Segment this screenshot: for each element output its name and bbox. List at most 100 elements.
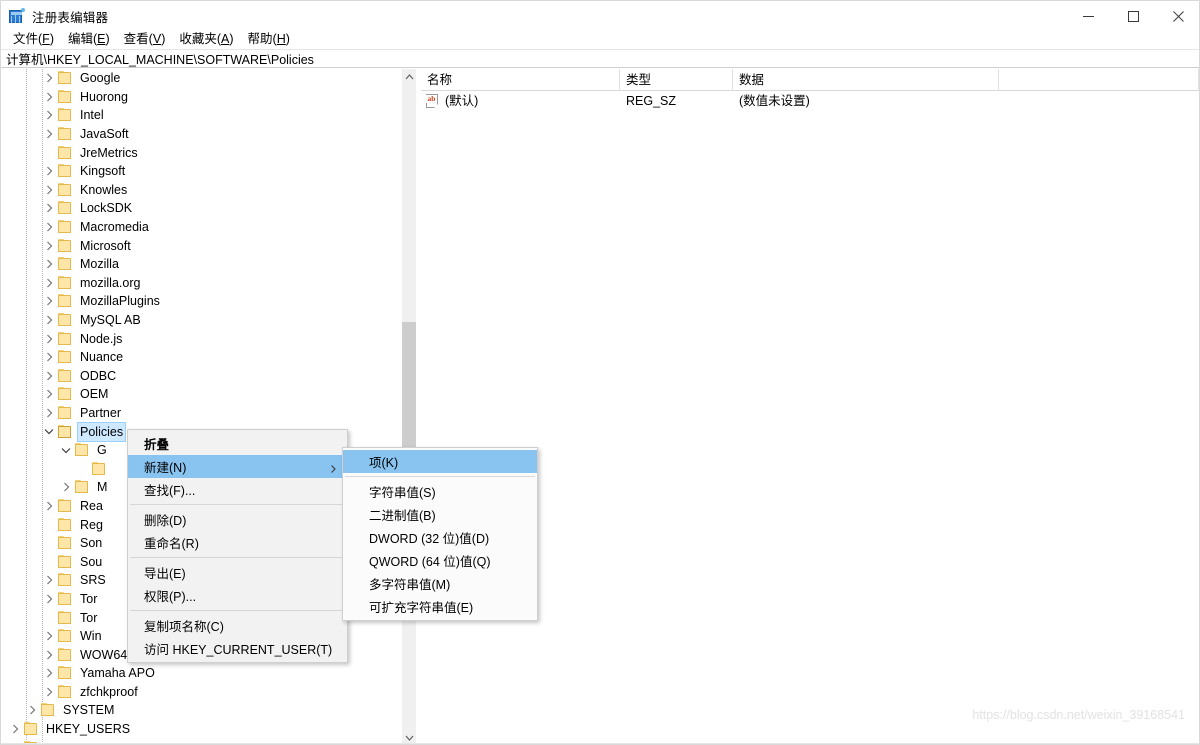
chevron-right-icon[interactable] — [41, 627, 57, 645]
scroll-up-icon[interactable] — [402, 69, 416, 85]
tree-node-javasoft[interactable]: JavaSoft — [1, 125, 401, 144]
chevron-right-icon[interactable] — [41, 237, 57, 255]
tree-node-nuance[interactable]: Nuance — [1, 348, 401, 367]
menu-option-5[interactable]: 导出(E) — [128, 561, 347, 584]
tree-node-label: Google — [80, 71, 121, 86]
chevron-right-icon[interactable] — [41, 571, 57, 589]
tree-vertical-scrollbar[interactable] — [401, 69, 416, 744]
chevron-right-icon[interactable] — [24, 701, 40, 719]
chevron-right-icon[interactable] — [41, 367, 57, 385]
chevron-right-icon[interactable] — [41, 292, 57, 310]
chevron-right-icon[interactable] — [41, 348, 57, 366]
chevron-right-icon[interactable] — [41, 404, 57, 422]
chevron-right-icon[interactable] — [41, 181, 57, 199]
chevron-right-icon[interactable] — [41, 218, 57, 236]
menu-option-6[interactable]: 权限(P)... — [128, 584, 347, 607]
tree-node-hkey-users[interactable]: HKEY_USERS — [1, 720, 401, 739]
menu-option-1[interactable]: 新建(N) — [128, 455, 347, 478]
chevron-right-icon[interactable] — [41, 88, 57, 106]
tree-node-hkey-current-config[interactable]: HKEY_CURRENT_CONFIG — [1, 738, 401, 744]
chevron-down-icon[interactable] — [58, 441, 74, 459]
chevron-right-icon[interactable] — [7, 739, 23, 744]
column-header-0[interactable]: 名称 — [421, 69, 620, 91]
tree-node-intel[interactable]: Intel — [1, 106, 401, 125]
chevron-right-icon[interactable] — [41, 330, 57, 348]
menu-option-5[interactable]: 多字符串值(M) — [343, 572, 537, 595]
tree-node-label: Node.js — [80, 331, 123, 346]
tree-context-menu[interactable]: 折叠 新建(N) 查找(F)... 删除(D) 重命名(R) 导出(E) 权限(P)... 复… — [127, 429, 348, 663]
menu-option-4[interactable]: QWORD (64 位)值(Q) — [343, 549, 537, 572]
tree-node-knowles[interactable]: Knowles — [1, 181, 401, 200]
chevron-right-icon[interactable] — [41, 311, 57, 329]
tree-node-kingsoft[interactable]: Kingsoft — [1, 162, 401, 181]
menu-bar: 文件(F) 编辑(E) 查看(V) 收藏夹(A) 帮助(H) — [1, 31, 1199, 48]
menu-option-7[interactable]: 复制项名称(C) — [128, 614, 347, 637]
chevron-right-icon[interactable] — [7, 720, 23, 738]
tree-node-odbc[interactable]: ODBC — [1, 367, 401, 386]
tree-node-node-js[interactable]: Node.js — [1, 329, 401, 348]
address-bar[interactable]: 计算机\HKEY_LOCAL_MACHINE\SOFTWARE\Policies — [1, 49, 1199, 68]
menu-option-3[interactable]: DWORD (32 位)值(D) — [343, 526, 537, 549]
menu-item-1[interactable]: 编辑(E) — [61, 31, 117, 48]
menu-item-0[interactable]: 文件(F) — [6, 31, 61, 48]
tree-node-system[interactable]: SYSTEM — [1, 701, 401, 720]
tree-node-partner[interactable]: Partner — [1, 404, 401, 423]
chevron-right-icon[interactable] — [41, 125, 57, 143]
tree-node-oem[interactable]: OEM — [1, 385, 401, 404]
chevron-right-icon[interactable] — [41, 274, 57, 292]
tree-node-zfchkproof[interactable]: zfchkproof — [1, 683, 401, 702]
chevron-right-icon[interactable] — [41, 69, 57, 87]
value-name-cell[interactable]: ab (默认) — [421, 91, 620, 111]
column-header-3[interactable] — [999, 69, 1199, 91]
tree-node-microsoft[interactable]: Microsoft — [1, 236, 401, 255]
tree-node-jremetrics[interactable]: JreMetrics — [1, 143, 401, 162]
tree-node-google[interactable]: Google — [1, 69, 401, 88]
menu-option-0[interactable]: 项(K) — [343, 450, 537, 473]
chevron-right-icon[interactable] — [41, 255, 57, 273]
title-bar: 注册表编辑器 — [1, 1, 1199, 31]
menu-item-4[interactable]: 帮助(H) — [241, 31, 297, 48]
tree-node-label: SYSTEM — [63, 703, 115, 718]
menu-option-0[interactable]: 折叠 — [128, 432, 347, 455]
folder-icon — [91, 461, 107, 476]
chevron-right-icon[interactable] — [41, 683, 57, 701]
column-header-2[interactable]: 数据 — [733, 69, 999, 91]
values-column-header[interactable]: 名称 类型 数据 — [421, 69, 1199, 91]
menu-option-1[interactable]: 字符串值(S) — [343, 480, 537, 503]
new-submenu[interactable]: 项(K) 字符串值(S) 二进制值(B) DWORD (32 位)值(D) QWORD … — [342, 447, 538, 621]
tree-node-macromedia[interactable]: Macromedia — [1, 218, 401, 237]
tree-node-yamaha-apo[interactable]: Yamaha APO — [1, 664, 401, 683]
chevron-down-icon[interactable] — [41, 423, 57, 441]
tree-node-mozillaplugins[interactable]: MozillaPlugins — [1, 292, 401, 311]
chevron-right-icon[interactable] — [41, 646, 57, 664]
tree-node-mozilla-org[interactable]: mozilla.org — [1, 274, 401, 293]
submenu-chevron-icon — [330, 462, 337, 473]
tree-node-huorong[interactable]: Huorong — [1, 88, 401, 107]
chevron-right-icon[interactable] — [58, 478, 74, 496]
chevron-right-icon[interactable] — [41, 199, 57, 217]
maximize-button[interactable] — [1111, 1, 1156, 31]
chevron-right-icon[interactable] — [41, 497, 57, 515]
menu-option-8[interactable]: 访问 HKEY_CURRENT_USER(T) — [128, 637, 347, 660]
menu-option-4[interactable]: 重命名(R) — [128, 531, 347, 554]
chevron-right-icon[interactable] — [41, 664, 57, 682]
chevron-right-icon[interactable] — [41, 106, 57, 124]
value-row[interactable]: ab (默认) REG_SZ (数值未设置) — [421, 91, 1199, 111]
minimize-button[interactable] — [1066, 1, 1111, 31]
menu-option-2[interactable]: 查找(F)... — [128, 478, 347, 501]
menu-option-3[interactable]: 删除(D) — [128, 508, 347, 531]
tree-node-mozilla[interactable]: Mozilla — [1, 255, 401, 274]
tree-node-label: Reg — [80, 517, 103, 532]
chevron-right-icon[interactable] — [41, 590, 57, 608]
tree-node-mysql-ab[interactable]: MySQL AB — [1, 311, 401, 330]
column-header-1[interactable]: 类型 — [620, 69, 733, 91]
close-button[interactable] — [1156, 1, 1199, 31]
chevron-right-icon[interactable] — [41, 385, 57, 403]
tree-node-locksdk[interactable]: LockSDK — [1, 199, 401, 218]
menu-option-2[interactable]: 二进制值(B) — [343, 503, 537, 526]
values-list[interactable]: ab (默认) REG_SZ (数值未设置) — [421, 91, 1199, 111]
chevron-right-icon[interactable] — [41, 162, 57, 180]
menu-item-3[interactable]: 收藏夹(A) — [172, 31, 240, 48]
menu-item-2[interactable]: 查看(V) — [117, 31, 173, 48]
menu-option-6[interactable]: 可扩充字符串值(E) — [343, 595, 537, 618]
